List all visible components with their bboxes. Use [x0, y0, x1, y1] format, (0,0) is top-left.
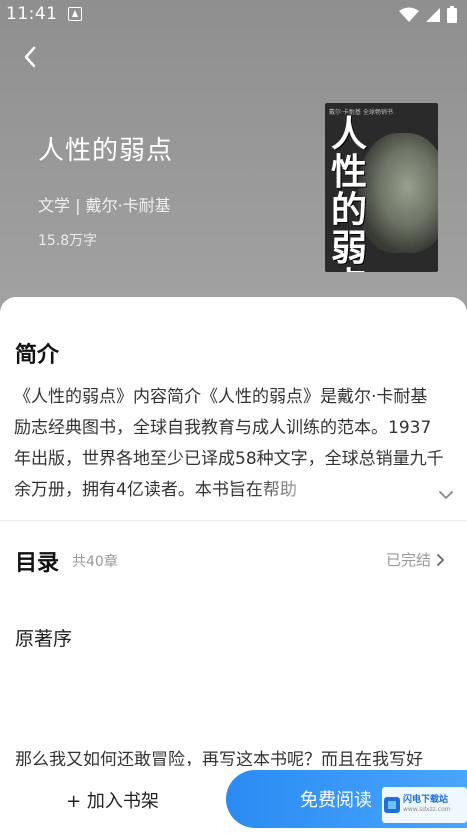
- chapter-item[interactable]: 原著序: [15, 624, 72, 651]
- back-arrow-icon: [24, 46, 36, 68]
- back-button[interactable]: [16, 40, 46, 74]
- wifi-icon: [399, 7, 419, 22]
- watermark-url: www.sdxzz.com: [403, 806, 451, 813]
- intro-heading: 简介: [15, 343, 60, 368]
- chapter-count: 共40章: [72, 554, 118, 570]
- status-bar: 11:41: [0, 0, 467, 30]
- chapter-excerpt: 那么我又如何还敢冒险，再写这本书呢？而且在我写好: [15, 750, 423, 767]
- cell-signal-icon: [426, 7, 440, 22]
- watermark: 闪电下载站 www.sdxzz.com: [382, 787, 467, 823]
- book-title: 人性的弱点: [38, 136, 174, 166]
- book-category-author: 文学 | 戴尔·卡耐基: [38, 196, 171, 215]
- chevron-right-icon: [437, 553, 444, 566]
- chevron-down-icon: [439, 491, 453, 499]
- battery-icon: [447, 6, 457, 23]
- completion-status: 已完结: [385, 551, 431, 569]
- add-to-shelf-button[interactable]: + 加入书架: [0, 766, 225, 833]
- watermark-logo-icon: [384, 797, 400, 813]
- section-divider: [0, 520, 467, 521]
- expand-intro-button[interactable]: [436, 485, 456, 505]
- watermark-name: 闪电下载站: [403, 795, 449, 805]
- toc-heading: 目录: [15, 551, 60, 576]
- cover-title: 人性的弱点: [331, 113, 368, 272]
- book-word-count: 15.8万字: [38, 233, 98, 249]
- status-time: 11:41: [6, 4, 58, 24]
- toc-status-link[interactable]: 已完结: [386, 549, 447, 570]
- book-cover: 戴尔·卡耐基 全球畅销书 人性的弱点: [325, 103, 438, 272]
- notification-a-icon: [68, 7, 82, 21]
